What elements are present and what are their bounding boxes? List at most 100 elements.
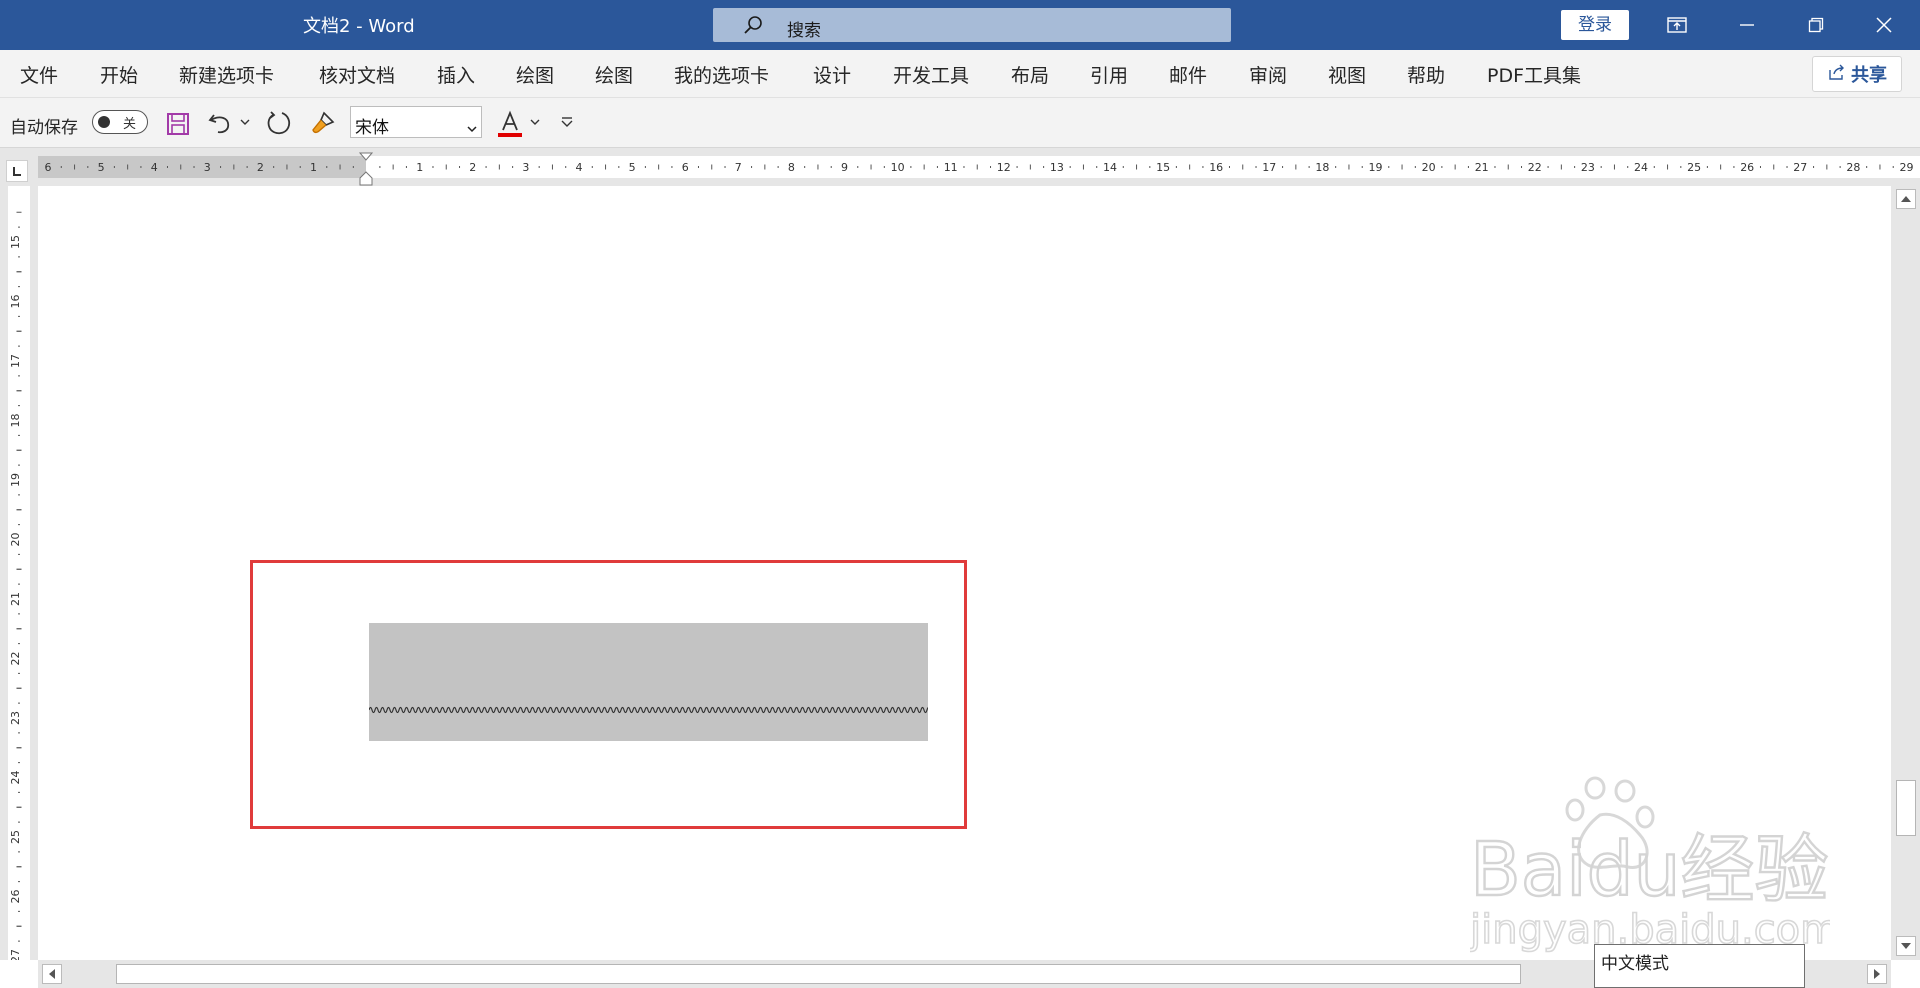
horizontal-scroll-thumb[interactable] [116, 964, 1521, 984]
ruler-tick-label: 21 [1475, 161, 1489, 174]
tab-pdf-tools[interactable]: PDF工具集 [1487, 61, 1581, 88]
tab-draw-2[interactable]: 绘图 [595, 61, 633, 88]
ruler-tick-label: 24 [1634, 161, 1648, 174]
ruler-tick-label: 24 [9, 771, 22, 785]
ruler-tick-label: 21 [9, 592, 22, 606]
ruler-tick-label: 13 [1050, 161, 1064, 174]
tab-references[interactable]: 引用 [1090, 61, 1128, 88]
vertical-scroll-thumb[interactable] [1896, 780, 1916, 836]
login-button[interactable]: 登录 [1561, 10, 1629, 40]
ruler-tick-label: 16 [1209, 161, 1223, 174]
autosave-state: 关 [123, 117, 137, 132]
baidu-watermark: Baidu经验 jingyan.baidu.com [1470, 776, 1830, 954]
scroll-left-icon[interactable] [42, 964, 62, 984]
chevron-down-icon [467, 118, 477, 137]
tab-check-document[interactable]: 核对文档 [319, 61, 395, 88]
ruler-tick-label: 25 [1687, 161, 1701, 174]
ruler-tick-label: 20 [9, 533, 22, 547]
ruler-tick-label: 26 [9, 890, 22, 904]
ruler-tick-label: 10 [891, 161, 905, 174]
format-painter-icon[interactable] [308, 108, 338, 138]
tab-my-tab[interactable]: 我的选项卡 [674, 61, 769, 88]
ruler-tick-label: 28 [1846, 161, 1860, 174]
search-box[interactable]: 搜索 [713, 8, 1231, 42]
undo-dropdown-chevron-icon[interactable] [238, 114, 252, 130]
tab-new-tab[interactable]: 新建选项卡 [179, 61, 274, 88]
tab-draw[interactable]: 绘图 [516, 61, 554, 88]
ruler-tick-label: 19 [1369, 161, 1383, 174]
font-color-dropdown-chevron-icon[interactable] [528, 114, 542, 130]
wavy-underline [369, 706, 928, 714]
quick-access-toolbar: 自动保存 关 [0, 98, 1920, 148]
font-name-select[interactable]: 宋体 [350, 106, 482, 138]
ruler-tick-label: 6 [682, 161, 689, 174]
ruler-tick-label: 23 [9, 711, 22, 725]
ruler-tick-label: 17 [9, 354, 22, 368]
selected-text-block[interactable] [369, 623, 928, 741]
ime-mode-indicator: 中文模式 [1594, 944, 1805, 988]
ruler-tick-label: 4 [576, 161, 583, 174]
ruler-tick-label: 4 [151, 161, 158, 174]
minimize-icon[interactable] [1718, 0, 1776, 50]
vertical-scrollbar[interactable] [1891, 186, 1920, 960]
tab-design[interactable]: 设计 [813, 61, 851, 88]
ruler-tick-label: 29 [1900, 161, 1914, 174]
ruler-tick-label: 15 [1156, 161, 1170, 174]
ruler-tick-label: 23 [1581, 161, 1595, 174]
ruler-tick-label: 22 [1528, 161, 1542, 174]
tab-view[interactable]: 视图 [1328, 61, 1366, 88]
ruler-tick-label: 18 [1315, 161, 1329, 174]
ruler-tick-label: 19 [9, 473, 22, 487]
autosave-toggle[interactable]: 关 [92, 110, 148, 134]
autosave-label: 自动保存 [10, 118, 78, 138]
ruler-tick-label: 5 [629, 161, 636, 174]
horizontal-ruler-area: 6 5 4 3 2 1 1 2 3 4 5 6 7 8 9 10 11 12 13 14 15 16 17 18 19 20 21 2… [0, 148, 1920, 186]
redo-icon[interactable] [264, 108, 294, 138]
ruler-tick-label: 2 [469, 161, 476, 174]
tab-developer[interactable]: 开发工具 [893, 61, 969, 88]
scroll-down-icon[interactable] [1896, 936, 1916, 956]
ribbon-display-options-icon[interactable] [1648, 0, 1706, 50]
ime-mode-label: 中文模式 [1601, 954, 1669, 974]
indent-marker-icon[interactable] [358, 152, 374, 186]
restore-icon[interactable] [1787, 0, 1845, 50]
undo-icon[interactable] [206, 109, 236, 137]
ruler-tick-label: 18 [9, 414, 22, 428]
ruler-tick-label: 1 [310, 161, 317, 174]
title-bar: 文档2 - Word 搜索 登录 [0, 0, 1920, 50]
scroll-up-icon[interactable] [1896, 189, 1916, 209]
ruler-tick-label: 3 [522, 161, 529, 174]
share-button[interactable]: 共享 [1812, 56, 1902, 92]
search-placeholder: 搜索 [787, 21, 821, 41]
vertical-ruler[interactable]: 15 16 17 18 19 20 21 22 23 24 25 26 27 [0, 186, 38, 960]
ruler-tick-label: 16 [9, 295, 22, 309]
tab-mailings[interactable]: 邮件 [1169, 61, 1207, 88]
tab-layout[interactable]: 布局 [1011, 61, 1049, 88]
ruler-tick-label: 11 [944, 161, 958, 174]
horizontal-ruler[interactable]: 6 5 4 3 2 1 1 2 3 4 5 6 7 8 9 10 11 12 13 14 15 16 17 18 19 20 21 2… [38, 156, 1920, 178]
ruler-tick-label: 25 [9, 830, 22, 844]
search-icon [743, 15, 763, 35]
close-icon[interactable] [1855, 0, 1913, 50]
ruler-tick-label: 3 [204, 161, 211, 174]
ruler-tick-label: 1 [416, 161, 423, 174]
scroll-right-icon[interactable] [1867, 964, 1887, 984]
window-title: 文档2 - Word [303, 16, 415, 37]
tab-selector[interactable] [6, 160, 28, 182]
customize-toolbar-icon[interactable] [558, 112, 576, 132]
ruler-tick-label: 26 [1740, 161, 1754, 174]
share-label: 共享 [1851, 65, 1887, 86]
watermark-brand: Baidu经验 [1470, 827, 1829, 913]
save-icon[interactable] [164, 110, 192, 138]
tab-help[interactable]: 帮助 [1407, 61, 1445, 88]
tab-review[interactable]: 审阅 [1249, 61, 1287, 88]
tab-file[interactable]: 文件 [20, 61, 58, 88]
tab-home[interactable]: 开始 [100, 61, 138, 88]
tab-insert[interactable]: 插入 [437, 61, 475, 88]
ruler-tick-label: 8 [788, 161, 795, 174]
share-icon [1827, 64, 1845, 85]
ruler-tick-label: 22 [9, 652, 22, 666]
ruler-tick-label: 2 [257, 161, 264, 174]
font-color-icon[interactable] [494, 108, 526, 140]
ruler-tick-label: 20 [1422, 161, 1436, 174]
